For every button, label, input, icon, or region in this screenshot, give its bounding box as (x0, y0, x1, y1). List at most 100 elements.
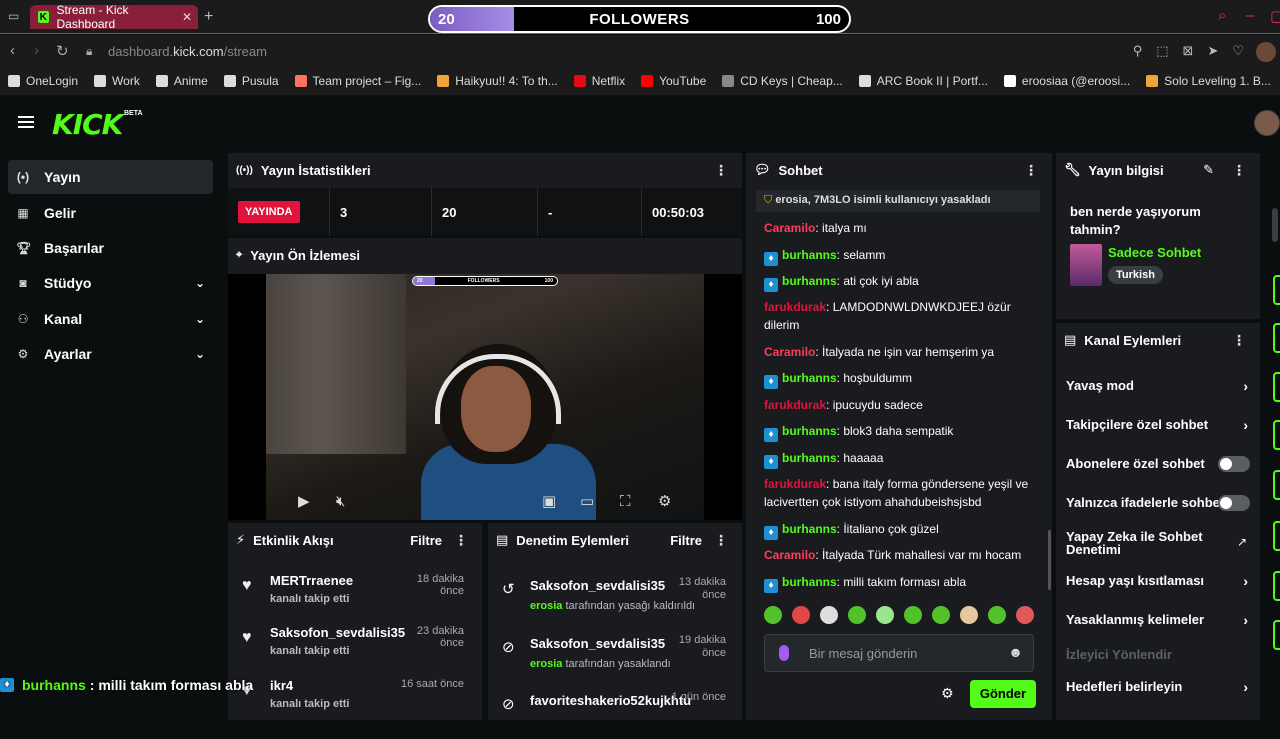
pin-icon[interactable]: ⚲ (1133, 43, 1143, 59)
emote-icon[interactable] (792, 606, 810, 624)
forward-icon[interactable]: › (34, 42, 39, 59)
bookmark-item[interactable]: ARC Book II | Portf... (858, 74, 988, 88)
activity-user[interactable]: MERTrraenee (270, 573, 353, 588)
emote-icon[interactable] (988, 606, 1006, 624)
more-options-icon[interactable]: ⋮ (1024, 162, 1038, 179)
quick-action-button[interactable] (1273, 372, 1280, 402)
send-button[interactable]: Gönder (970, 680, 1036, 708)
more-options-icon[interactable]: ⋮ (454, 532, 468, 549)
more-options-icon[interactable]: ⋮ (1232, 332, 1246, 349)
play-icon[interactable]: ▶ (298, 492, 310, 510)
bookmark-item[interactable]: CD Keys | Cheap... (722, 74, 843, 88)
emote-icon[interactable] (764, 606, 782, 624)
settings-icon[interactable]: ⚙ (658, 492, 671, 510)
mod-user[interactable]: Saksofon_sevdalisi35 (530, 636, 665, 651)
chat-username[interactable]: burhanns (782, 424, 837, 438)
emoji-icon[interactable]: ☻ (1008, 644, 1023, 660)
bookmark-item[interactable]: eroosiaa (@eroosi... (1003, 74, 1130, 88)
quick-action-button[interactable] (1273, 521, 1280, 551)
bookmark-item[interactable]: Pusula (223, 74, 279, 88)
subscribers-only-toggle[interactable] (1218, 455, 1250, 472)
chat-scrollbar[interactable] (1048, 530, 1051, 590)
mod-user[interactable]: Saksofon_sevdalisi35 (530, 578, 665, 593)
fullscreen-icon[interactable]: ⛶ (620, 493, 631, 510)
bookmark-item[interactable]: Netflix (573, 74, 625, 88)
external-link-icon[interactable]: ↗ (1237, 535, 1247, 549)
page-scrollbar[interactable] (1272, 208, 1278, 242)
chat-input[interactable]: Bir mesaj gönderin ☻ (764, 634, 1034, 672)
url-field[interactable]: dashboard.kick.com/stream (108, 44, 267, 59)
chat-username[interactable]: farukdurak (764, 300, 826, 314)
sidebar-item-gelir[interactable]: ▦ Gelir (8, 196, 213, 230)
quick-action-button[interactable] (1273, 420, 1280, 450)
chat-username[interactable]: burhanns (782, 371, 837, 385)
heart-icon[interactable]: ♡ (1232, 43, 1244, 59)
chat-username[interactable]: Caramilo (764, 548, 815, 562)
user-avatar[interactable] (1254, 110, 1280, 136)
emote-icon[interactable] (848, 606, 866, 624)
chat-username[interactable]: burhanns (782, 248, 837, 262)
reload-icon[interactable]: ↻ (56, 42, 69, 60)
sidebar-item-basarilar[interactable]: 🏆︎ Başarılar (8, 231, 213, 265)
bookmark-item[interactable]: Haikyuu!! 4: To th... (437, 74, 558, 88)
quick-action-button[interactable] (1273, 620, 1280, 650)
chat-username[interactable]: Caramilo (764, 221, 815, 235)
stream-preview-video[interactable]: 20 FOLLOWERS 100 ▶ 🔇︎ ▣ ▭ ⛶ ⚙ (266, 274, 704, 520)
category-thumbnail[interactable] (1070, 244, 1102, 286)
chat-username[interactable]: burhanns (782, 575, 837, 589)
browser-profile-avatar[interactable] (1256, 42, 1276, 62)
more-options-icon[interactable]: ⋮ (1232, 162, 1246, 179)
chat-username[interactable]: Caramilo (764, 345, 815, 359)
browser-tab-active[interactable]: K Stream - Kick Dashboard ✕ (30, 3, 198, 31)
emotes-only-toggle[interactable] (1218, 494, 1250, 511)
emote-icon[interactable] (1016, 606, 1034, 624)
more-options-icon[interactable]: ⋮ (714, 162, 728, 179)
screenshot-icon[interactable]: ⬚ (1156, 43, 1168, 59)
bookmark-item[interactable]: Anime (155, 74, 208, 88)
chat-username[interactable]: burhanns (782, 451, 837, 465)
quick-action-button[interactable] (1273, 571, 1280, 601)
activity-user[interactable]: Saksofon_sevdalisi35 (270, 625, 405, 640)
search-icon[interactable]: ⌕ (1218, 7, 1226, 24)
activity-user[interactable]: ikr4 (270, 678, 293, 693)
chat-username[interactable]: burhanns (782, 522, 837, 536)
menu-icon[interactable] (18, 116, 34, 128)
bookmark-item[interactable]: OneLogin (8, 74, 78, 88)
account-age-action[interactable]: Hesap yaşı kısıtlaması › (1066, 573, 1250, 589)
sidebar-item-kanal[interactable]: ⚇ Kanal ⌄ (8, 302, 213, 336)
chat-username[interactable]: farukdurak (764, 398, 826, 412)
minimize-icon[interactable]: – (1246, 7, 1254, 24)
kick-logo[interactable]: KICK (52, 108, 123, 141)
chat-username[interactable]: farukdurak (764, 477, 826, 491)
emote-icon[interactable] (960, 606, 978, 624)
theater-icon[interactable]: ▭ (580, 492, 594, 510)
microphone-icon[interactable] (779, 645, 789, 661)
more-options-icon[interactable]: ⋮ (714, 532, 728, 549)
emote-icon[interactable] (820, 606, 838, 624)
bookmark-item[interactable]: Work (94, 74, 140, 88)
bookmark-item[interactable]: Team project – Fig... (294, 74, 421, 88)
filter-button[interactable]: Filtre (410, 533, 442, 548)
emote-icon[interactable] (932, 606, 950, 624)
banned-words-action[interactable]: Yasaklanmış kelimeler › (1066, 612, 1250, 628)
back-icon[interactable]: ‹ (10, 42, 15, 59)
send-icon[interactable]: ➤ (1207, 43, 1218, 59)
chat-settings-icon[interactable]: ⚙ (941, 685, 954, 702)
slow-mode-action[interactable]: Yavaş mod › (1066, 378, 1250, 394)
category-link[interactable]: Sadece Sohbet (1108, 245, 1201, 260)
sidebar-item-yayin[interactable]: (•) Yayın (8, 160, 213, 194)
tab-close-icon[interactable]: ✕ (182, 10, 192, 24)
chat-username[interactable]: burhanns (782, 274, 837, 288)
sidebar-item-ayarlar[interactable]: ⚙ Ayarlar ⌄ (8, 337, 213, 371)
quick-action-button[interactable] (1273, 470, 1280, 500)
ai-moderation-action[interactable]: Yapay Zeka ile Sohbet Denetimi (1066, 530, 1216, 556)
mute-icon[interactable]: 🔇︎ (336, 493, 345, 510)
extension-icon[interactable]: ⊠ (1183, 43, 1194, 59)
set-goals-action[interactable]: Hedefleri belirleyin › (1066, 679, 1250, 695)
pip-icon[interactable]: ▣ (542, 492, 556, 510)
quick-action-button[interactable] (1273, 275, 1280, 305)
edit-icon[interactable]: ✎ (1203, 162, 1214, 178)
tab-actions-icon[interactable]: ▭ (8, 9, 19, 23)
followers-only-action[interactable]: Takipçilere özel sohbet › (1066, 417, 1250, 433)
bookmark-item[interactable]: YouTube (641, 74, 706, 88)
